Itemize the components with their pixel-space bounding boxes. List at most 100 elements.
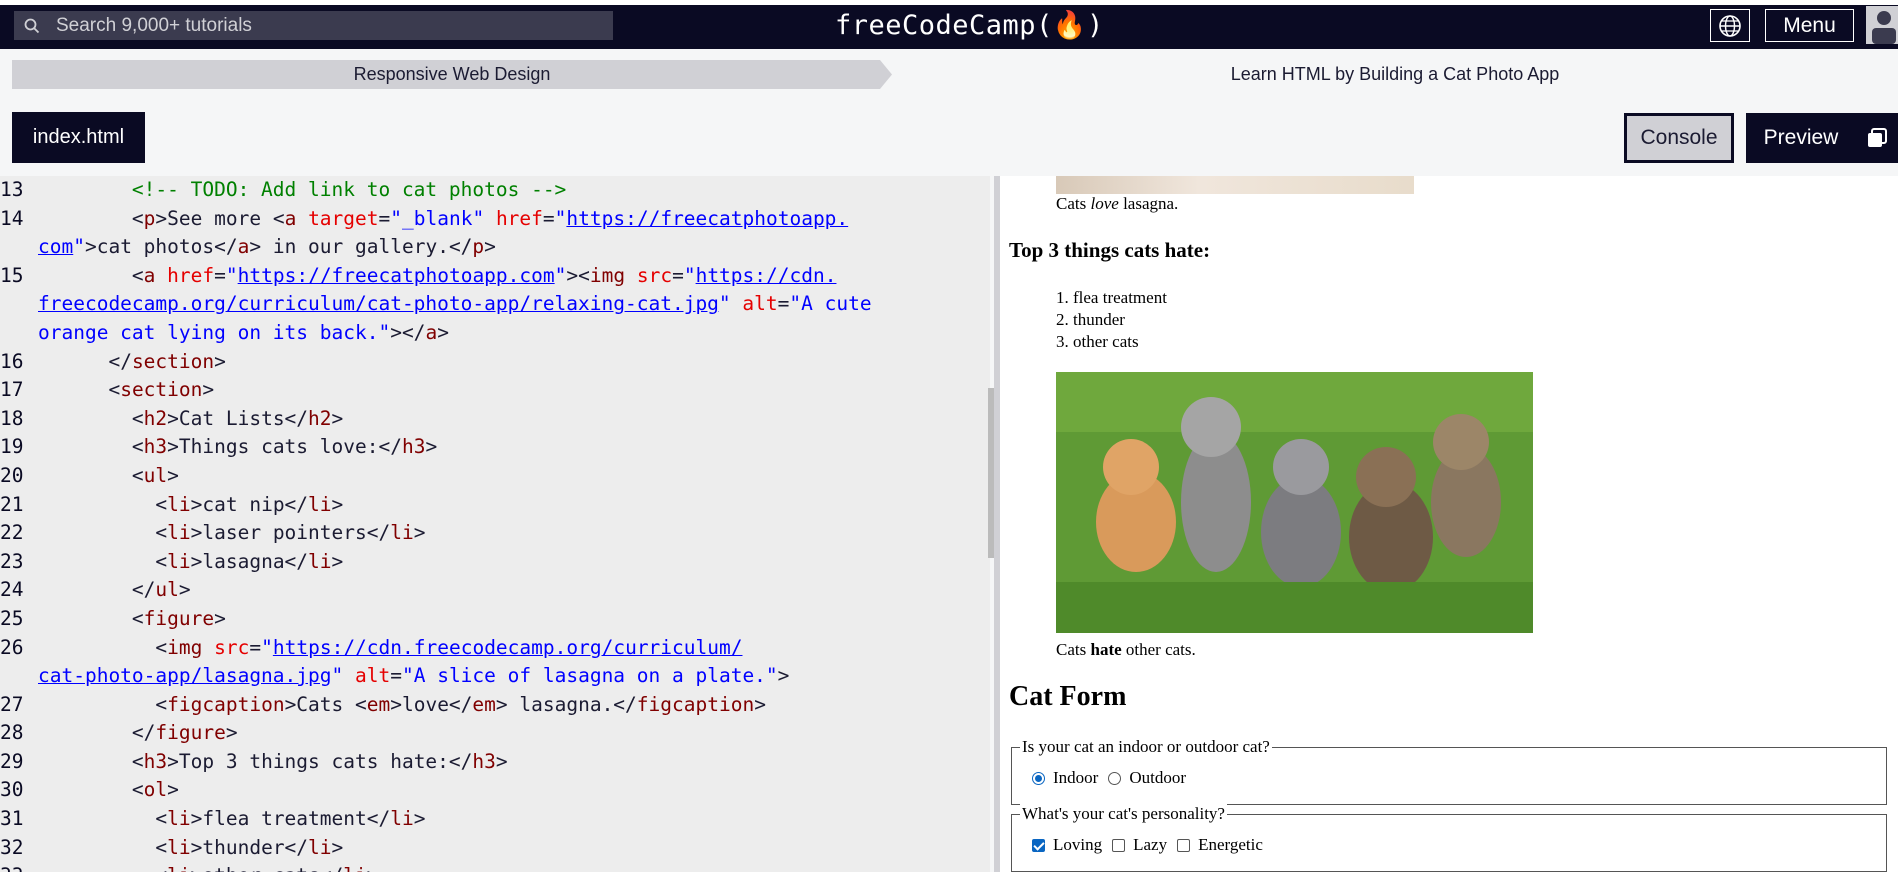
- indoor-label[interactable]: Indoor: [1053, 768, 1098, 788]
- line-text[interactable]: <li>other cats</li>: [38, 862, 990, 872]
- code-line[interactable]: 16 </section>: [0, 348, 990, 377]
- code-line[interactable]: freecodecamp.org/curriculum/cat-photo-ap…: [0, 290, 990, 319]
- line-text[interactable]: <figure>: [38, 605, 990, 634]
- fieldset-legend: What's your cat's personality?: [1020, 804, 1227, 824]
- line-text[interactable]: <ul>: [38, 462, 990, 491]
- globe-icon: [1719, 14, 1741, 37]
- code-line[interactable]: 22 <li>laser pointers</li>: [0, 519, 990, 548]
- energetic-checkbox[interactable]: [1177, 838, 1191, 852]
- code-line[interactable]: 23 <li>lasagna</li>: [0, 548, 990, 577]
- line-number: 33: [0, 862, 38, 872]
- line-number: 16: [0, 349, 24, 373]
- line-text[interactable]: <section>: [38, 376, 990, 405]
- code-line[interactable]: 29 <h3>Top 3 things cats hate:</h3>: [0, 748, 990, 777]
- code-line[interactable]: 19 <h3>Things cats love:</h3>: [0, 433, 990, 462]
- list-item: 3. other cats: [1056, 332, 1139, 351]
- line-text[interactable]: <p>See more <a target="_blank" href="htt…: [38, 205, 990, 234]
- line-text[interactable]: freecodecamp.org/curriculum/cat-photo-ap…: [38, 290, 990, 319]
- line-number: 15: [0, 263, 24, 287]
- line-text[interactable]: <!-- TODO: Add link to cat photos -->: [38, 176, 990, 205]
- indoor-outdoor-fieldset: Is your cat an indoor or outdoor cat? In…: [1011, 737, 1887, 805]
- avatar[interactable]: [1866, 6, 1898, 44]
- line-text[interactable]: <ol>: [38, 776, 990, 805]
- code-line[interactable]: 30 <ol>: [0, 776, 990, 805]
- code-editor[interactable]: 13 <!-- TODO: Add link to cat photos -->…: [0, 176, 990, 872]
- fieldset-legend: Is your cat an indoor or outdoor cat?: [1020, 737, 1272, 757]
- line-text[interactable]: <li>laser pointers</li>: [38, 519, 990, 548]
- line-number: 28: [0, 721, 24, 745]
- line-number: [0, 662, 38, 691]
- line-text[interactable]: cat-photo-app/lasagna.jpg" alt="A slice …: [38, 662, 990, 691]
- breadcrumb-lesson[interactable]: Learn HTML by Building a Cat Photo App: [892, 60, 1898, 89]
- code-line[interactable]: 33 <li>other cats</li>: [0, 862, 990, 872]
- line-number: 21: [0, 492, 24, 516]
- line-text[interactable]: <h2>Cat Lists</h2>: [38, 405, 990, 434]
- search-icon: [24, 18, 40, 33]
- figcaption-love: Cats love lasagna.: [1056, 194, 1179, 213]
- code-line[interactable]: 20 <ul>: [0, 462, 990, 491]
- code-line[interactable]: 31 <li>flea treatment</li>: [0, 805, 990, 834]
- indoor-radio[interactable]: [1032, 771, 1045, 785]
- line-number: 22: [0, 521, 24, 545]
- code-line[interactable]: 21 <li>cat nip</li>: [0, 491, 990, 520]
- code-line[interactable]: 32 <li>thunder</li>: [0, 834, 990, 863]
- code-line[interactable]: 15 <a href="https://freecatphotoapp.com"…: [0, 262, 990, 291]
- line-text[interactable]: </figure>: [38, 719, 990, 748]
- code-lines[interactable]: 13 <!-- TODO: Add link to cat photos -->…: [0, 176, 990, 872]
- code-line[interactable]: com">cat photos</a> in our gallery.</p>: [0, 233, 990, 262]
- line-number: [0, 233, 38, 262]
- outdoor-radio[interactable]: [1108, 771, 1122, 785]
- line-number: 30: [0, 778, 24, 802]
- line-text[interactable]: <figcaption>Cats <em>love</em> lasagna.<…: [38, 691, 990, 720]
- line-text[interactable]: <li>thunder</li>: [38, 834, 990, 863]
- menu-button[interactable]: Menu: [1765, 9, 1854, 42]
- code-line[interactable]: 13 <!-- TODO: Add link to cat photos -->: [0, 176, 990, 205]
- top-navigation: freeCodeCamp(🔥) Menu: [0, 0, 1898, 49]
- preview-button[interactable]: Preview: [1746, 113, 1856, 163]
- brand-logo[interactable]: freeCodeCamp(🔥): [835, 9, 1104, 41]
- list-item: 2. thunder: [1056, 310, 1125, 329]
- line-text[interactable]: <h3>Top 3 things cats hate:</h3>: [38, 748, 990, 777]
- line-text[interactable]: orange cat lying on its back."></a>: [38, 319, 990, 348]
- code-line[interactable]: 26 <img src="https://cdn.freecodecamp.or…: [0, 634, 990, 663]
- breadcrumb-course[interactable]: Responsive Web Design: [12, 60, 892, 89]
- loving-label[interactable]: Loving: [1053, 835, 1102, 855]
- popout-button[interactable]: [1856, 113, 1898, 163]
- code-line[interactable]: 18 <h2>Cat Lists</h2>: [0, 405, 990, 434]
- radio-row: Indoor Outdoor: [1032, 768, 1186, 788]
- console-button[interactable]: Console: [1624, 113, 1734, 163]
- code-line[interactable]: cat-photo-app/lasagna.jpg" alt="A slice …: [0, 662, 990, 691]
- loving-checkbox[interactable]: [1032, 838, 1045, 852]
- search-input[interactable]: [54, 13, 598, 38]
- line-text[interactable]: </section>: [38, 348, 990, 377]
- line-text[interactable]: <img src="https://cdn.freecodecamp.org/c…: [38, 634, 990, 663]
- code-line[interactable]: 27 <figcaption>Cats <em>love</em> lasagn…: [0, 691, 990, 720]
- line-text[interactable]: </ul>: [38, 576, 990, 605]
- line-text[interactable]: <li>cat nip</li>: [38, 491, 990, 520]
- line-number: 23: [0, 549, 24, 573]
- line-text[interactable]: <a href="https://freecatphotoapp.com"><i…: [38, 262, 990, 291]
- code-line[interactable]: orange cat lying on its back."></a>: [0, 319, 990, 348]
- line-text[interactable]: <li>flea treatment</li>: [38, 805, 990, 834]
- line-number: 29: [0, 749, 24, 773]
- language-button[interactable]: [1710, 9, 1750, 42]
- search-box[interactable]: [14, 11, 613, 40]
- code-line[interactable]: 17 <section>: [0, 376, 990, 405]
- lazy-label[interactable]: Lazy: [1133, 835, 1167, 855]
- code-line[interactable]: 24 </ul>: [0, 576, 990, 605]
- line-text[interactable]: com">cat photos</a> in our gallery.</p>: [38, 233, 990, 262]
- code-line[interactable]: 14 <p>See more <a target="_blank" href="…: [0, 205, 990, 234]
- tab-index-html[interactable]: index.html: [12, 112, 145, 163]
- lazy-checkbox[interactable]: [1112, 838, 1126, 852]
- code-line[interactable]: 25 <figure>: [0, 605, 990, 634]
- outdoor-label[interactable]: Outdoor: [1129, 768, 1186, 788]
- code-line[interactable]: 28 </figure>: [0, 719, 990, 748]
- kittens-image: [1056, 372, 1533, 633]
- line-text[interactable]: <h3>Things cats love:</h3>: [38, 433, 990, 462]
- top-border: [0, 0, 1898, 5]
- line-text[interactable]: <li>lasagna</li>: [38, 548, 990, 577]
- figcaption-hate: Cats hate other cats.: [1056, 640, 1196, 659]
- line-number: 31: [0, 807, 24, 831]
- energetic-label[interactable]: Energetic: [1198, 835, 1263, 855]
- line-number: 24: [0, 578, 24, 602]
